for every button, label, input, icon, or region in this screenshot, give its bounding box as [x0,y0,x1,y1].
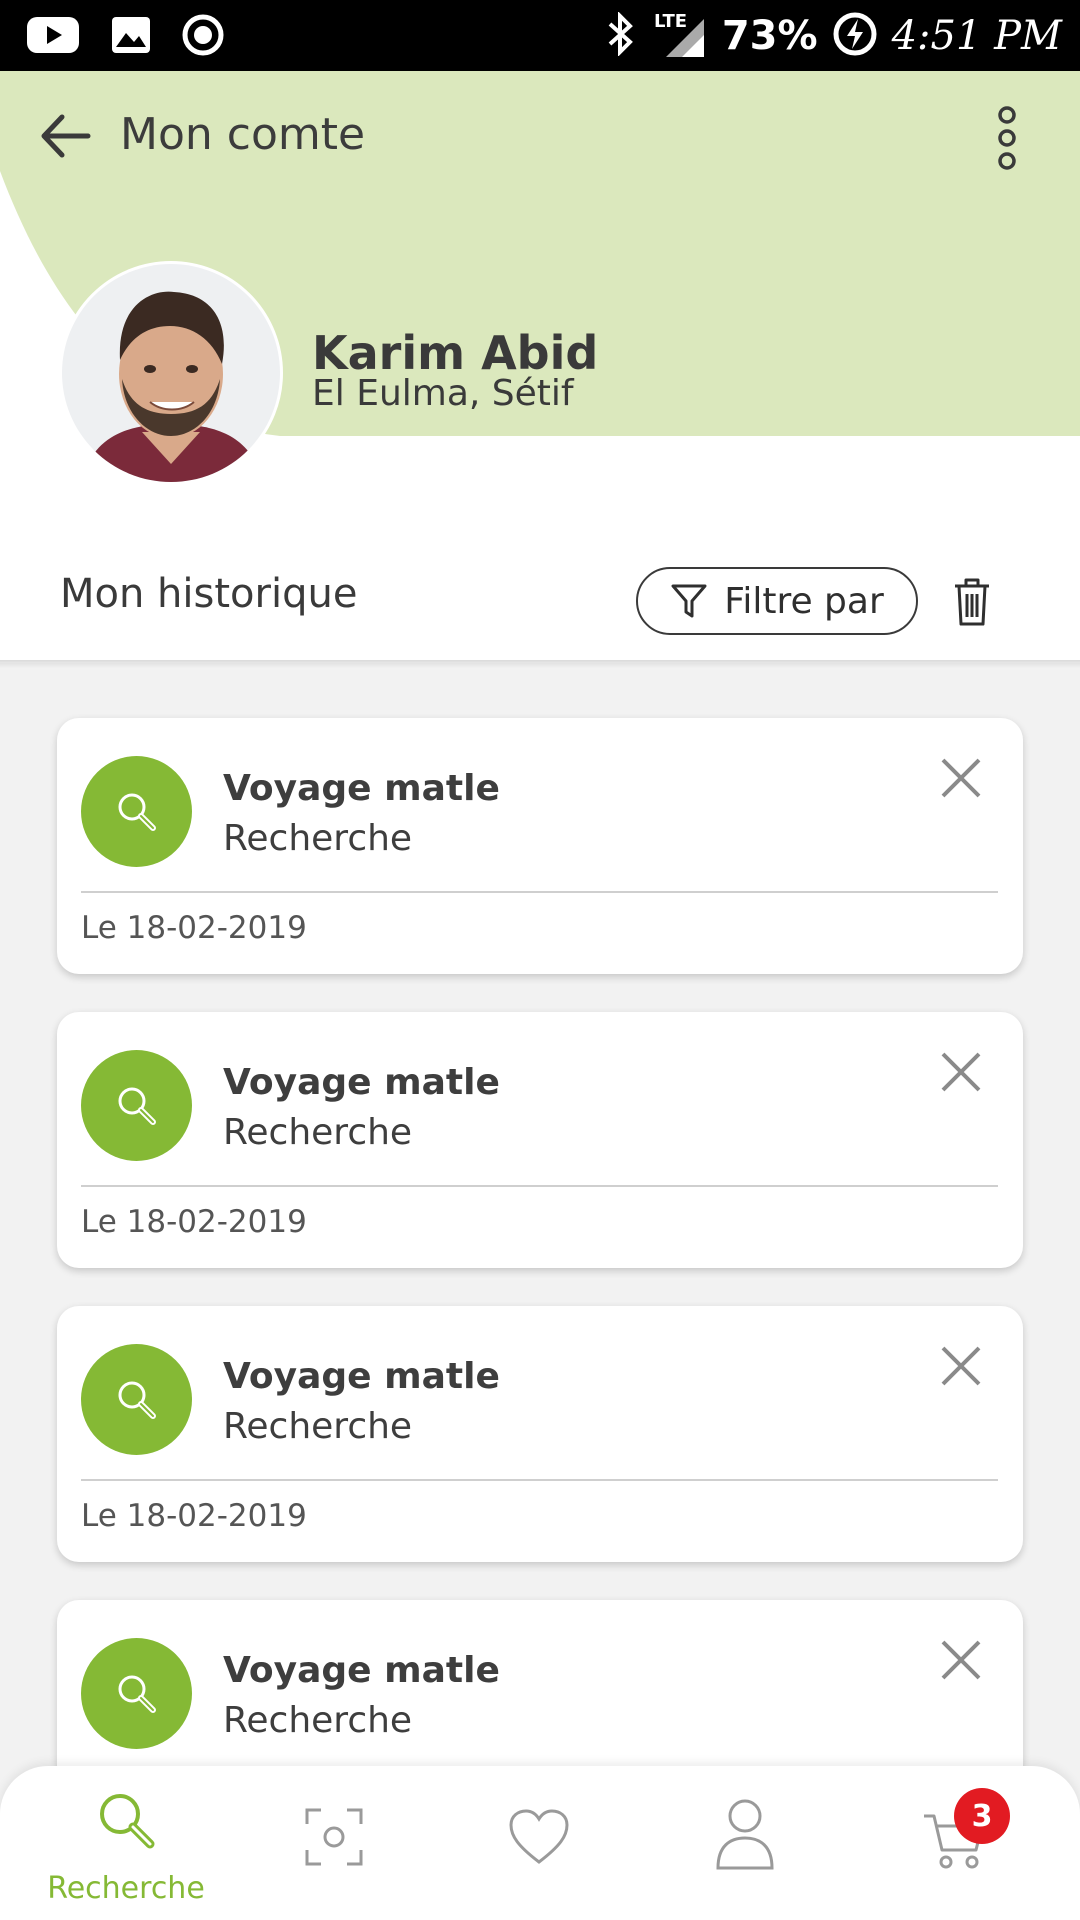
card-title: Voyage matle [223,1062,500,1103]
history-card[interactable]: Voyage matle Recherche Le 18-02-2019 [57,718,1023,974]
battery-percent: 73% [721,13,818,59]
nav-search[interactable]: Recherche [16,1766,236,1920]
card-title: Voyage matle [223,1650,500,1691]
clock: 4:51 PM [891,13,1062,59]
battery-charging-icon [832,11,878,62]
profile-header: Mon comte Karim Abid El Eulma, Sétif Mon… [0,71,1080,663]
more-vertical-icon [998,106,1016,170]
youtube-icon [26,15,80,60]
filter-label: Filtre par [724,580,884,622]
search-icon [118,1675,156,1713]
remove-item-button[interactable] [939,1638,983,1682]
trash-icon [955,578,989,626]
card-search-badge [81,1344,192,1455]
card-title: Voyage matle [223,768,500,809]
search-icon [118,793,156,831]
search-icon [118,1381,156,1419]
record-icon [182,14,224,61]
remove-item-button[interactable] [939,756,983,800]
close-icon [941,758,981,798]
history-title: Mon historique [60,571,358,617]
card-divider [81,891,998,893]
card-date: Le 18-02-2019 [81,910,307,946]
card-search-badge [81,756,192,867]
nav-favorites[interactable] [494,1766,584,1920]
profile-icon [716,1799,774,1870]
nav-search-label: Recherche [47,1871,205,1906]
nav-scan[interactable] [290,1766,380,1920]
nav-cart[interactable] [900,1766,1020,1920]
user-name: Karim Abid [312,326,599,380]
overflow-menu-button[interactable] [990,105,1024,171]
remove-item-button[interactable] [939,1344,983,1388]
gallery-icon [110,15,152,60]
arrow-left-icon [41,114,91,158]
card-date: Le 18-02-2019 [81,1204,307,1240]
avatar[interactable] [59,261,283,485]
card-subtitle: Recherche [223,818,413,859]
nav-profile[interactable] [700,1766,790,1920]
svg-text:LTE: LTE [654,11,687,32]
card-title: Voyage matle [223,1356,500,1397]
scan-icon [305,1808,363,1866]
card-subtitle: Recherche [223,1700,413,1741]
card-search-badge [81,1050,192,1161]
filter-button[interactable]: Filtre par [636,567,918,635]
card-subtitle: Recherche [223,1112,413,1153]
card-search-badge [81,1638,192,1749]
delete-all-button[interactable] [952,577,992,627]
signal-icon: LTE [652,9,708,64]
status-bar: LTE 73% 4:51 PM [0,0,1080,71]
app-screen: LTE 73% 4:51 PM Mon comte Karim Abid El … [0,0,1080,1920]
close-icon [941,1640,981,1680]
user-location: El Eulma, Sétif [312,373,574,414]
bluetooth-icon [604,10,638,61]
search-icon [118,1087,156,1125]
card-divider [81,1479,998,1481]
heart-icon [509,1809,569,1864]
history-card[interactable]: Voyage matle Recherche Le 18-02-2019 [57,1012,1023,1268]
card-subtitle: Recherche [223,1406,413,1447]
remove-item-button[interactable] [939,1050,983,1094]
cart-count-badge: 3 [954,1788,1010,1844]
close-icon [941,1346,981,1386]
filter-icon [671,584,707,618]
close-icon [941,1052,981,1092]
search-icon [100,1794,155,1849]
header-shadow [0,660,1080,668]
user-portrait-icon [62,264,280,482]
history-card[interactable]: Voyage matle Recherche Le 18-02-2019 [57,1306,1023,1562]
back-button[interactable] [36,107,94,165]
bottom-navigation: Recherche 3 [0,1766,1080,1920]
card-date: Le 18-02-2019 [81,1498,307,1534]
page-title: Mon comte [120,109,366,160]
card-divider [81,1185,998,1187]
